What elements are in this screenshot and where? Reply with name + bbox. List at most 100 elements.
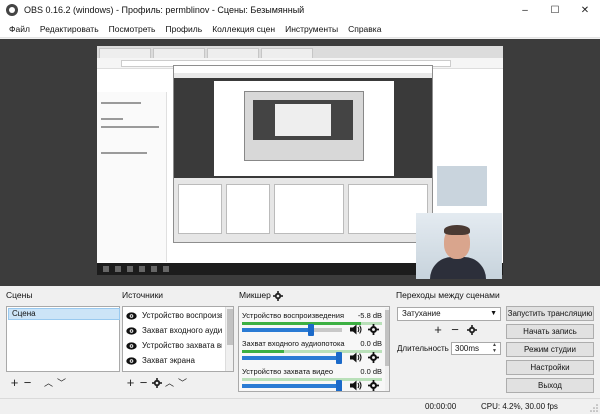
remove-source-button[interactable]: − [137, 376, 150, 390]
volume-meter-fill [242, 350, 284, 353]
mixer-scrollbar[interactable] [385, 308, 389, 391]
volume-slider-rest[interactable] [314, 328, 342, 332]
captured-tab [153, 48, 205, 58]
captured-taskbar-icon [115, 266, 121, 272]
close-button[interactable]: ✕ [570, 0, 600, 20]
settings-button[interactable]: Настройки [506, 360, 594, 375]
source-item[interactable]: Захват экрана [126, 354, 222, 367]
preview-area[interactable] [0, 39, 600, 286]
menu-tools[interactable]: Инструменты [280, 20, 343, 38]
source-properties-button[interactable] [150, 376, 163, 390]
source-item[interactable]: Устройство захвата вь [126, 339, 222, 352]
gear-icon[interactable] [368, 324, 379, 335]
eye-icon[interactable] [126, 341, 137, 350]
eye-icon[interactable] [126, 326, 137, 335]
speaker-icon[interactable] [350, 380, 362, 391]
add-source-button[interactable]: + [124, 376, 137, 390]
exit-button[interactable]: Выход [506, 378, 594, 393]
eye-icon[interactable] [126, 356, 137, 365]
move-source-up-button[interactable]: ︿ [163, 376, 176, 390]
remove-scene-button[interactable]: − [21, 376, 34, 390]
sources-list[interactable]: Устройство воспроизв Захват входного ауд… [122, 306, 234, 372]
start-streaming-button[interactable]: Запустить трансляцию [506, 306, 594, 321]
move-scene-up-button[interactable]: ︿ [42, 376, 55, 390]
captured-text-line [101, 152, 147, 154]
eye-icon[interactable] [126, 311, 137, 320]
spin-arrows-icon[interactable]: ▲ ▼ [490, 342, 499, 354]
sources-scrollbar[interactable] [225, 307, 233, 371]
gear-icon[interactable] [467, 325, 477, 335]
captured-doc-sidebar [97, 92, 167, 262]
scenes-list[interactable]: Сцена [6, 306, 120, 372]
sources-scrollbar-thumb[interactable] [227, 309, 233, 345]
status-time: 00:00:00 [425, 402, 457, 411]
mixer-channel-db: 0.0 dB [360, 339, 382, 348]
toolbar-spacer [34, 376, 42, 390]
add-transition-button[interactable]: + [430, 323, 446, 337]
gear-icon[interactable] [151, 378, 162, 388]
menu-edit[interactable]: Редактировать [35, 20, 104, 38]
source-item[interactable]: Устройство воспроизв [126, 309, 222, 322]
mixer-channel: Устройство захвата видео 0.0 dB [242, 367, 382, 391]
gear-icon[interactable] [368, 352, 379, 363]
volume-slider-track[interactable] [242, 328, 314, 332]
minimize-button[interactable]: – [510, 0, 540, 20]
scenes-toolbar: + − ︿ ﹀ [8, 376, 68, 390]
transition-properties-button[interactable] [464, 323, 480, 337]
mixer-scrollbar-thumb[interactable] [385, 310, 389, 366]
volume-slider-track[interactable] [242, 384, 342, 388]
speaker-icon[interactable] [350, 352, 362, 363]
volume-slider-handle[interactable] [336, 352, 342, 364]
captured-obs-window [173, 65, 433, 243]
duration-spinbox[interactable]: 300ms ▲ ▼ [451, 342, 501, 355]
webcam-overlay[interactable] [416, 213, 502, 279]
gear-icon[interactable] [368, 380, 379, 391]
captured-taskbar-icon [163, 266, 169, 272]
maximize-button[interactable]: ☐ [540, 0, 570, 20]
captured-obs-preview [174, 78, 432, 178]
captured-text-line [101, 118, 123, 120]
captured-taskbar-icon [151, 266, 157, 272]
captured-dock [178, 184, 222, 234]
source-item[interactable]: Захват входного ауди [126, 324, 222, 337]
start-recording-button[interactable]: Начать запись [506, 324, 594, 339]
speaker-icon[interactable] [350, 324, 362, 335]
duration-label: Длительность [397, 344, 449, 353]
volume-slider-handle[interactable] [336, 380, 342, 391]
source-label: Устройство воспроизв [142, 311, 222, 320]
mixer-title-text: Микшер [239, 290, 271, 300]
source-label: Устройство захвата вь [142, 341, 222, 350]
sources-toolbar: + − ︿ ﹀ [124, 376, 189, 390]
captured-taskbar-icon [103, 266, 109, 272]
volume-meter-fill [242, 322, 361, 325]
volume-slider-track[interactable] [242, 356, 342, 360]
move-source-down-button[interactable]: ﹀ [176, 376, 189, 390]
add-scene-button[interactable]: + [8, 376, 21, 390]
gear-icon[interactable] [273, 290, 284, 301]
menu-file[interactable]: Файл [4, 20, 35, 38]
captured-taskbar-icon [139, 266, 145, 272]
resize-grip-icon[interactable] [590, 404, 598, 412]
move-scene-down-button[interactable]: ﹀ [55, 376, 68, 390]
captured-taskbar-icon [127, 266, 133, 272]
webcam-person-hair [444, 225, 470, 235]
chevron-down-icon: ▼ [490, 310, 497, 317]
transitions-dock-title: Переходы между сценами [396, 290, 500, 300]
sources-dock-title: Источники [122, 290, 164, 300]
remove-transition-button[interactable]: − [446, 323, 464, 337]
captured-dock [274, 184, 344, 234]
studio-mode-button[interactable]: Режим студии [506, 342, 594, 357]
transition-select-value: Затухание [402, 309, 441, 318]
menu-scene-collection[interactable]: Коллекция сцен [207, 20, 280, 38]
title-bar: OBS 0.16.2 (windows) - Профиль: permblin… [0, 0, 600, 20]
window-title: OBS 0.16.2 (windows) - Профиль: permblin… [24, 5, 305, 15]
menu-help[interactable]: Справка [343, 20, 386, 38]
captured-obs-docks [174, 180, 432, 242]
mixer-channel-db: -5.8 dB [357, 311, 382, 320]
menu-view[interactable]: Посмотреть [104, 20, 161, 38]
volume-slider-handle[interactable] [308, 324, 314, 336]
transition-select[interactable]: Затухание ▼ [397, 307, 501, 321]
menu-profile[interactable]: Профиль [160, 20, 207, 38]
status-cpu: CPU: 4.2%, 30.00 fps [481, 402, 558, 411]
scene-item[interactable]: Сцена [8, 308, 120, 320]
